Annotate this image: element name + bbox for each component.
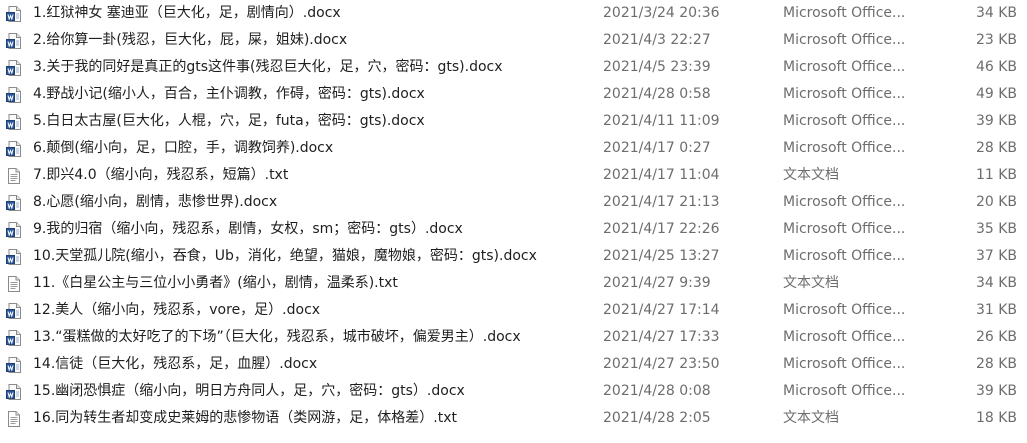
file-size: 26 KB xyxy=(975,329,1017,345)
file-size: 37 KB xyxy=(975,248,1017,264)
file-row[interactable]: 12.美人（缩小向，残忍系，vore，足）.docx 2021/4/27 17:1… xyxy=(0,297,1027,324)
file-size: 39 KB xyxy=(975,113,1017,129)
word-doc-icon xyxy=(6,6,22,22)
file-name[interactable]: 13.“蛋糕做的太好吃了的下场”（巨大化，残忍系，城市破坏，偏爱男主）.docx xyxy=(33,324,593,351)
file-row[interactable]: 1.红狱神女 塞迪亚（巨大化，足，剧情向）.docx 2021/3/24 20:3… xyxy=(0,0,1027,27)
file-size: 34 KB xyxy=(975,275,1017,291)
file-type: Microsoft Office... xyxy=(783,329,906,345)
word-doc-icon xyxy=(6,60,22,76)
file-modified-date: 2021/4/27 17:14 xyxy=(603,302,720,318)
file-size: 46 KB xyxy=(975,59,1017,75)
word-doc-icon xyxy=(6,330,22,346)
word-doc-icon xyxy=(6,114,22,130)
file-modified-date: 2021/4/27 23:50 xyxy=(603,356,720,372)
word-doc-icon xyxy=(6,87,22,103)
file-row[interactable]: 11.《白星公主与三位小小勇者》(缩小，剧情，温柔系).txt 2021/4/27… xyxy=(0,270,1027,297)
file-size: 35 KB xyxy=(975,221,1017,237)
text-doc-icon xyxy=(6,276,22,292)
file-row[interactable]: 5.白日太古屋(巨大化，人棍，穴，足，futa，密码：gts).docx 2021… xyxy=(0,108,1027,135)
word-doc-icon xyxy=(6,141,22,157)
file-row[interactable]: 8.心愿(缩小向，剧情，悲惨世界).docx 2021/4/17 21:13 Mic… xyxy=(0,189,1027,216)
text-doc-icon xyxy=(6,411,22,427)
file-name[interactable]: 3.关于我的同好是真正的gts这件事(残忍巨大化，足，穴，密码：gts).doc… xyxy=(33,54,593,81)
file-name[interactable]: 5.白日太古屋(巨大化，人棍，穴，足，futa，密码：gts).docx xyxy=(33,108,593,135)
file-modified-date: 2021/4/28 0:58 xyxy=(603,86,711,102)
file-size: 31 KB xyxy=(975,302,1017,318)
file-modified-date: 2021/4/28 2:05 xyxy=(603,410,711,426)
word-doc-icon xyxy=(6,222,22,238)
file-modified-date: 2021/4/25 13:27 xyxy=(603,248,720,264)
file-modified-date: 2021/4/11 11:09 xyxy=(603,113,720,129)
file-modified-date: 2021/4/17 22:26 xyxy=(603,221,720,237)
file-type: Microsoft Office... xyxy=(783,113,906,129)
file-type: Microsoft Office... xyxy=(783,356,906,372)
file-type: Microsoft Office... xyxy=(783,302,906,318)
file-modified-date: 2021/4/5 23:39 xyxy=(603,59,711,75)
file-modified-date: 2021/4/17 0:27 xyxy=(603,140,711,156)
file-type: Microsoft Office... xyxy=(783,194,906,210)
file-row[interactable]: 4.野战小记(缩小人，百合，主仆调教，作碍，密码：gts).docx 2021/4… xyxy=(0,81,1027,108)
word-doc-icon xyxy=(6,249,22,265)
file-modified-date: 2021/4/28 0:08 xyxy=(603,383,711,399)
file-name[interactable]: 15.幽闭恐惧症（缩小向，明日方舟同人，足，穴，密码：gts）.docx xyxy=(33,378,593,405)
file-size: 28 KB xyxy=(975,356,1017,372)
file-type: 文本文档 xyxy=(783,410,839,426)
file-size: 18 KB xyxy=(975,410,1017,426)
file-name[interactable]: 8.心愿(缩小向，剧情，悲惨世界).docx xyxy=(33,189,593,216)
file-name[interactable]: 12.美人（缩小向，残忍系，vore，足）.docx xyxy=(33,297,593,324)
file-modified-date: 2021/4/27 17:33 xyxy=(603,329,720,345)
file-row[interactable]: 2.给你算一卦(残忍，巨大化，屁，屎，姐妹).docx 2021/4/3 22:2… xyxy=(0,27,1027,54)
word-doc-icon xyxy=(6,357,22,373)
file-row[interactable]: 6.颠倒(缩小向，足，口腔，手，调教饲养).docx 2021/4/17 0:27… xyxy=(0,135,1027,162)
file-type: Microsoft Office... xyxy=(783,221,906,237)
text-doc-icon xyxy=(6,168,22,184)
file-type: Microsoft Office... xyxy=(783,86,906,102)
word-doc-icon xyxy=(6,384,22,400)
file-row[interactable]: 7.即兴4.0（缩小向，残忍系，短篇）.txt 2021/4/17 11:04 文本… xyxy=(0,162,1027,189)
file-type: Microsoft Office... xyxy=(783,248,906,264)
file-modified-date: 2021/4/17 11:04 xyxy=(603,167,720,183)
file-row[interactable]: 15.幽闭恐惧症（缩小向，明日方舟同人，足，穴，密码：gts）.docx 2021… xyxy=(0,378,1027,405)
file-size: 34 KB xyxy=(975,5,1017,21)
word-doc-icon xyxy=(6,195,22,211)
file-type: Microsoft Office... xyxy=(783,383,906,399)
file-size: 49 KB xyxy=(975,86,1017,102)
file-list: 1.红狱神女 塞迪亚（巨大化，足，剧情向）.docx 2021/3/24 20:3… xyxy=(0,0,1027,432)
file-row[interactable]: 13.“蛋糕做的太好吃了的下场”（巨大化，残忍系，城市破坏，偏爱男主）.docx… xyxy=(0,324,1027,351)
file-modified-date: 2021/3/24 20:36 xyxy=(603,5,720,21)
file-type: Microsoft Office... xyxy=(783,59,906,75)
file-type: Microsoft Office... xyxy=(783,32,906,48)
file-row[interactable]: 16.同为转生者却变成史莱姆的悲惨物语（类网游，足，体格差）.txt 2021/4… xyxy=(0,405,1027,432)
file-modified-date: 2021/4/17 21:13 xyxy=(603,194,720,210)
file-row[interactable]: 10.天堂孤儿院(缩小，吞食，Ub，消化，绝望，猫娘，魔物娘，密码：gts).d… xyxy=(0,243,1027,270)
file-name[interactable]: 2.给你算一卦(残忍，巨大化，屁，屎，姐妹).docx xyxy=(33,27,593,54)
file-type: 文本文档 xyxy=(783,167,839,183)
file-size: 11 KB xyxy=(975,167,1017,183)
file-size: 39 KB xyxy=(975,383,1017,399)
file-name[interactable]: 10.天堂孤儿院(缩小，吞食，Ub，消化，绝望，猫娘，魔物娘，密码：gts).d… xyxy=(33,243,593,270)
file-name[interactable]: 16.同为转生者却变成史莱姆的悲惨物语（类网游，足，体格差）.txt xyxy=(33,405,593,432)
file-name[interactable]: 6.颠倒(缩小向，足，口腔，手，调教饲养).docx xyxy=(33,135,593,162)
file-type: Microsoft Office... xyxy=(783,140,906,156)
file-size: 23 KB xyxy=(975,32,1017,48)
file-name[interactable]: 4.野战小记(缩小人，百合，主仆调教，作碍，密码：gts).docx xyxy=(33,81,593,108)
file-type: Microsoft Office... xyxy=(783,5,906,21)
file-name[interactable]: 14.信徒（巨大化，残忍系，足，血腥）.docx xyxy=(33,351,593,378)
file-row[interactable]: 3.关于我的同好是真正的gts这件事(残忍巨大化，足，穴，密码：gts).doc… xyxy=(0,54,1027,81)
file-name[interactable]: 1.红狱神女 塞迪亚（巨大化，足，剧情向）.docx xyxy=(33,0,593,27)
file-name[interactable]: 7.即兴4.0（缩小向，残忍系，短篇）.txt xyxy=(33,162,593,189)
file-type: 文本文档 xyxy=(783,275,839,291)
word-doc-icon xyxy=(6,33,22,49)
file-name[interactable]: 9.我的归宿（缩小向，残忍系，剧情，女权，sm；密码：gts）.docx xyxy=(33,216,593,243)
word-doc-icon xyxy=(6,303,22,319)
file-modified-date: 2021/4/27 9:39 xyxy=(603,275,711,291)
file-size: 28 KB xyxy=(975,140,1017,156)
file-row[interactable]: 9.我的归宿（缩小向，残忍系，剧情，女权，sm；密码：gts）.docx 2021… xyxy=(0,216,1027,243)
file-size: 20 KB xyxy=(975,194,1017,210)
file-modified-date: 2021/4/3 22:27 xyxy=(603,32,711,48)
file-row[interactable]: 14.信徒（巨大化，残忍系，足，血腥）.docx 2021/4/27 23:50 M… xyxy=(0,351,1027,378)
file-name[interactable]: 11.《白星公主与三位小小勇者》(缩小，剧情，温柔系).txt xyxy=(33,270,593,297)
